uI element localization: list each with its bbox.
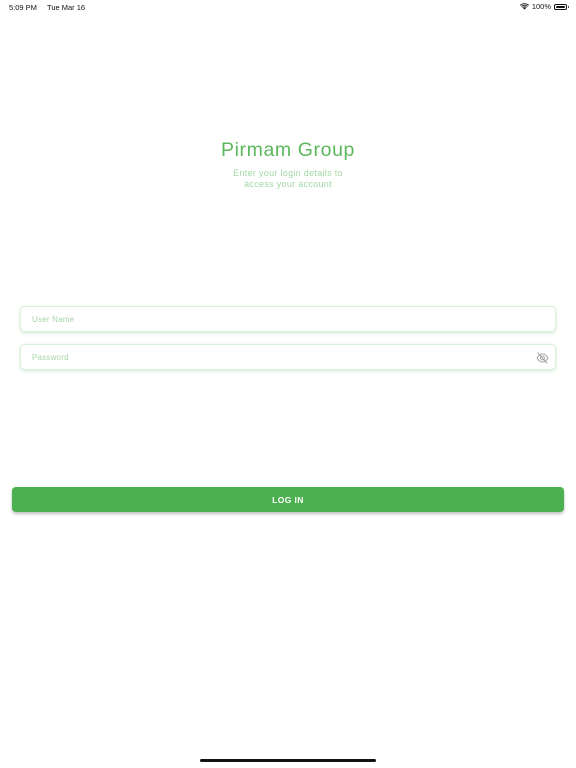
eye-off-icon[interactable] [536,352,549,364]
home-indicator[interactable] [200,759,376,762]
app-title: Pirmam Group [221,139,355,161]
subtitle-line-1: Enter your login details to [233,168,343,178]
username-field[interactable] [20,306,556,332]
password-field[interactable] [20,344,556,370]
username-input[interactable] [21,307,555,331]
wifi-icon [519,3,529,10]
battery-icon [554,3,569,10]
status-right: 100% [519,2,569,11]
status-bar: 5:09 PM Tue Mar 16 100% [0,0,576,14]
password-input[interactable] [21,345,555,369]
status-time: 5:09 PM [9,3,37,12]
battery-level [556,5,565,8]
subtitle-line-2: access your account [244,179,332,189]
login-subtitle: Enter your login details to access your … [0,168,576,190]
login-screen: 5:09 PM Tue Mar 16 100% Pirmam Group Ent… [0,0,576,768]
login-button[interactable]: LOG IN [12,487,564,512]
battery-percentage: 100% [531,2,551,11]
password-visibility-toggle[interactable] [535,351,549,365]
status-date: Tue Mar 16 [47,3,86,12]
status-left: 5:09 PM Tue Mar 16 [9,3,85,12]
